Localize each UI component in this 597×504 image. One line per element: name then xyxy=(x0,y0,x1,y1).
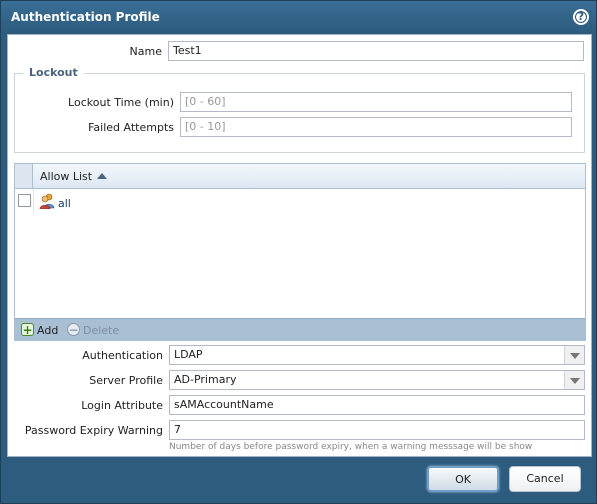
dialog-body: Name Test1 Lockout Lockout Time (min) [0… xyxy=(7,34,592,457)
select-all-column[interactable] xyxy=(15,164,33,188)
sort-ascending-icon xyxy=(97,173,108,179)
authentication-select[interactable]: LDAP xyxy=(169,345,585,365)
password-expiry-label: Password Expiry Warning xyxy=(24,424,163,437)
allow-list-header: Allow List xyxy=(15,164,585,189)
server-profile-label: Server Profile xyxy=(89,374,163,387)
users-icon xyxy=(39,193,55,209)
ok-button[interactable]: OK xyxy=(427,466,499,492)
row-checkbox[interactable] xyxy=(18,194,31,207)
password-expiry-hint: Number of days before password expiry, w… xyxy=(169,442,533,452)
lockout-time-input[interactable]: [0 - 60] xyxy=(180,92,572,112)
allow-list-column-header[interactable]: Allow List xyxy=(40,170,108,183)
server-profile-value: AD-Primary xyxy=(174,373,237,386)
lockout-time-label: Lockout Time (min) xyxy=(68,96,174,109)
login-attribute-input[interactable]: sAMAccountName xyxy=(169,395,585,415)
allow-list-grid: Allow List all + Add − Delete xyxy=(14,163,586,341)
authentication-label: Authentication xyxy=(82,349,163,362)
table-row[interactable]: all xyxy=(15,189,585,213)
allow-list-toolbar: + Add − Delete xyxy=(15,318,585,340)
lockout-fieldset: Lockout Lockout Time (min) [0 - 60] Fail… xyxy=(14,66,585,153)
minus-icon: − xyxy=(67,323,80,337)
dialog-title-bar: Authentication Profile ? xyxy=(1,1,596,33)
name-label: Name xyxy=(129,45,162,58)
authentication-profile-dialog: Authentication Profile ? Name Test1 Lock… xyxy=(0,0,597,504)
name-input[interactable]: Test1 xyxy=(168,41,584,61)
chevron-down-icon[interactable] xyxy=(564,346,584,364)
chevron-down-icon[interactable] xyxy=(564,371,584,389)
authentication-value: LDAP xyxy=(174,348,203,361)
help-icon[interactable]: ? xyxy=(573,9,589,25)
allow-list-column-label: Allow List xyxy=(40,170,93,183)
password-expiry-input[interactable]: 7 xyxy=(169,420,585,440)
server-profile-select[interactable]: AD-Primary xyxy=(169,370,585,390)
add-label: Add xyxy=(37,324,59,337)
lockout-legend: Lockout xyxy=(23,66,84,79)
dialog-title: Authentication Profile xyxy=(11,10,160,24)
failed-attempts-label: Failed Attempts xyxy=(88,121,174,134)
allow-list-item-label[interactable]: all xyxy=(58,197,71,210)
delete-label: Delete xyxy=(83,324,120,337)
plus-icon: + xyxy=(21,323,34,337)
failed-attempts-input[interactable]: [0 - 10] xyxy=(180,117,572,137)
login-attribute-label: Login Attribute xyxy=(81,399,163,412)
cancel-button[interactable]: Cancel xyxy=(509,466,581,492)
